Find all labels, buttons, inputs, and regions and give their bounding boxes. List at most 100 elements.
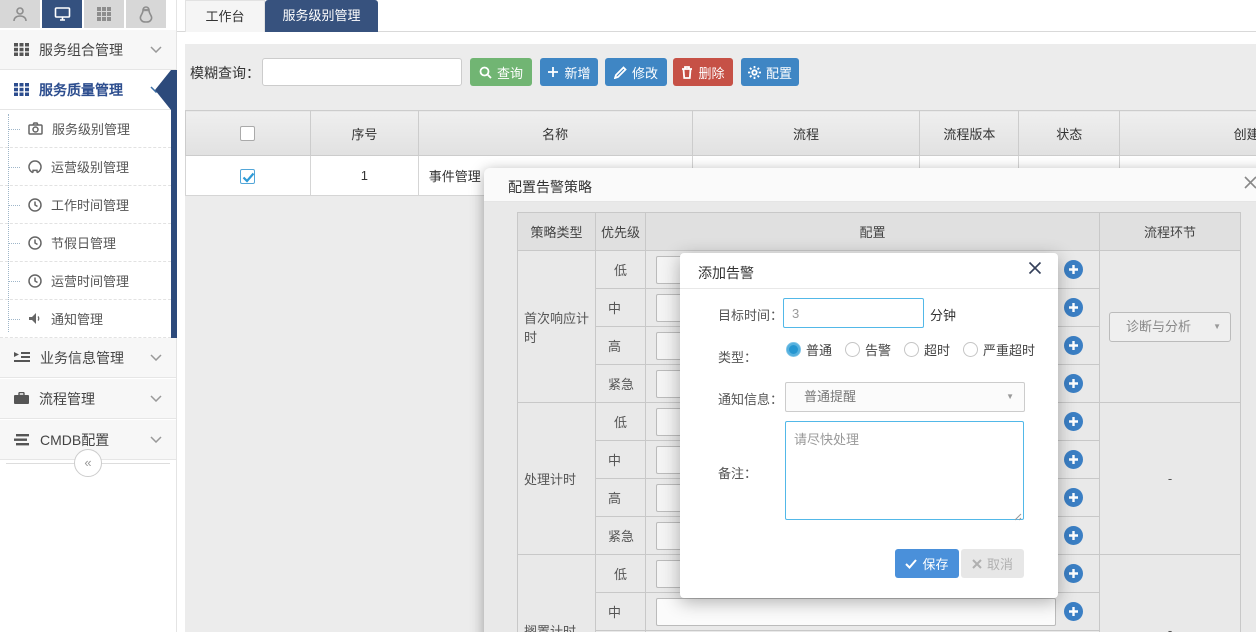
- chevron-down-icon: [150, 352, 162, 364]
- type-radio-group: 普通 告警 超时 严重超时: [786, 340, 1044, 359]
- search-icon: [479, 66, 492, 79]
- add-alert-icon[interactable]: [1064, 450, 1083, 469]
- priority-cell: 低: [596, 403, 646, 441]
- sidebar-item-service-level[interactable]: 服务级别管理: [0, 110, 176, 148]
- add-alert-icon[interactable]: [1064, 412, 1083, 431]
- close-icon[interactable]: [1244, 176, 1256, 193]
- row-checkbox[interactable]: [240, 169, 255, 184]
- trash-icon: [681, 66, 693, 79]
- radio-timeout[interactable]: 超时: [904, 340, 950, 359]
- alert-config-input[interactable]: [656, 598, 1056, 626]
- sidebar-item-label: 业务信息管理: [40, 348, 124, 368]
- tab-service-level[interactable]: 服务级别管理: [265, 0, 378, 32]
- sidebar: 服务组合管理 服务质量管理 服务级别管理: [0, 0, 177, 632]
- sidebar-item-holiday[interactable]: 节假日管理: [0, 224, 176, 262]
- priority-cell: 紧急: [596, 517, 646, 555]
- flow-step-select[interactable]: 诊断与分析▼: [1109, 312, 1231, 342]
- target-time-input[interactable]: [783, 298, 924, 328]
- dropdown-arrow-icon: ▼: [1213, 313, 1221, 341]
- select-all-checkbox[interactable]: [240, 126, 255, 141]
- remark-label: 备注：: [718, 463, 757, 482]
- notify-label: 通知信息：: [718, 389, 783, 408]
- strategy-header-row: 策略类型 优先级 配置 流程环节: [518, 213, 1241, 251]
- priority-cell: 高: [596, 327, 646, 365]
- query-button[interactable]: 查询: [470, 58, 532, 86]
- grid-icon: [14, 83, 29, 96]
- sidebar-item-process-management[interactable]: 流程管理: [0, 379, 176, 419]
- tab-workbench[interactable]: 工作台: [185, 0, 265, 32]
- sidebar-item-service-portfolio[interactable]: 服务组合管理: [0, 30, 176, 70]
- cancel-button[interactable]: 取消: [961, 549, 1024, 578]
- collapse-sidebar-button[interactable]: «: [74, 449, 102, 477]
- strategy-type-cell: 搁置计时: [518, 555, 596, 632]
- modal-title: 配置告警策略: [508, 177, 592, 197]
- add-alert-icon[interactable]: [1064, 526, 1083, 545]
- playlist-icon: [14, 351, 30, 364]
- col-header-status: 状态: [1019, 111, 1120, 156]
- priority-cell: 中: [596, 593, 646, 631]
- add-alert-icon[interactable]: [1064, 260, 1083, 279]
- delete-button[interactable]: 删除: [673, 58, 733, 86]
- radio-normal[interactable]: 普通: [786, 340, 832, 359]
- add-alert-icon[interactable]: [1064, 336, 1083, 355]
- priority-cell: 低: [596, 251, 646, 289]
- tab-bar: 工作台 服务级别管理: [177, 0, 1256, 32]
- clock-icon: [28, 198, 42, 212]
- sidebar-item-label: 节假日管理: [51, 233, 116, 252]
- minutes-unit-label: 分钟: [930, 305, 956, 324]
- speaker-icon: [28, 312, 42, 325]
- sidebar-item-label: 服务质量管理: [39, 80, 123, 100]
- penguin-icon[interactable]: [126, 0, 166, 28]
- radio-severe-timeout[interactable]: 严重超时: [963, 340, 1035, 359]
- col-strategy-type: 策略类型: [518, 213, 596, 251]
- sidebar-item-business-info[interactable]: 业务信息管理: [0, 338, 176, 378]
- dialog-title: 添加告警: [698, 263, 754, 283]
- monitor-icon[interactable]: [42, 0, 82, 28]
- col-header-process: 流程: [692, 111, 920, 156]
- sidebar-item-operation-level[interactable]: 运营级别管理: [0, 148, 176, 186]
- col-header-name: 名称: [418, 111, 692, 156]
- type-label: 类型：: [718, 347, 757, 366]
- stacked-bars-icon: [14, 434, 30, 446]
- flow-step-cell: -: [1100, 555, 1241, 632]
- apps-grid-icon[interactable]: [84, 0, 124, 28]
- add-alert-icon[interactable]: [1064, 602, 1083, 621]
- x-icon: [972, 559, 982, 569]
- sidebar-item-label: CMDB配置: [40, 430, 109, 450]
- radio-alert[interactable]: 告警: [845, 340, 891, 359]
- chevron-down-icon: [150, 44, 162, 56]
- notify-select[interactable]: 普通提醒 ▼: [785, 382, 1025, 412]
- radio-dot-icon: [786, 342, 801, 357]
- user-icon[interactable]: [0, 0, 40, 28]
- sidebar-item-work-time[interactable]: 工作时间管理: [0, 186, 176, 224]
- service-quality-submenu: 服务级别管理 运营级别管理 工作时间管理: [0, 110, 176, 338]
- camera-icon: [28, 122, 43, 135]
- sidebar-item-operation-time[interactable]: 运营时间管理: [0, 262, 176, 300]
- priority-cell: 高: [596, 479, 646, 517]
- add-alert-icon[interactable]: [1064, 488, 1083, 507]
- sidebar-item-label: 流程管理: [39, 389, 95, 409]
- sidebar-item-service-quality[interactable]: 服务质量管理: [0, 70, 176, 110]
- sidebar-item-label: 服务级别管理: [52, 119, 130, 138]
- add-alert-icon[interactable]: [1064, 374, 1083, 393]
- fuzzy-search-input[interactable]: [262, 58, 462, 86]
- col-header-process-version: 流程版本: [920, 111, 1019, 156]
- gear-icon: [748, 66, 761, 79]
- sidebar-item-label: 工作时间管理: [51, 195, 129, 214]
- save-button[interactable]: 保存: [895, 549, 959, 578]
- radio-dot-icon: [904, 342, 919, 357]
- check-icon: [905, 559, 917, 569]
- dropdown-arrow-icon: ▼: [1006, 383, 1014, 411]
- briefcase-icon: [14, 392, 29, 405]
- fuzzy-search-label: 模糊查询：: [190, 63, 260, 83]
- add-button[interactable]: 新增: [540, 58, 598, 86]
- chevron-down-icon: [150, 434, 162, 446]
- add-alert-icon[interactable]: [1064, 298, 1083, 317]
- close-icon[interactable]: [1028, 261, 1042, 278]
- add-alert-icon[interactable]: [1064, 564, 1083, 583]
- edit-button[interactable]: 修改: [605, 58, 667, 86]
- remark-textarea[interactable]: 请尽快处理: [785, 421, 1024, 520]
- sidebar-item-notification[interactable]: 通知管理: [0, 300, 176, 338]
- configure-button[interactable]: 配置: [741, 58, 799, 86]
- radio-dot-icon: [845, 342, 860, 357]
